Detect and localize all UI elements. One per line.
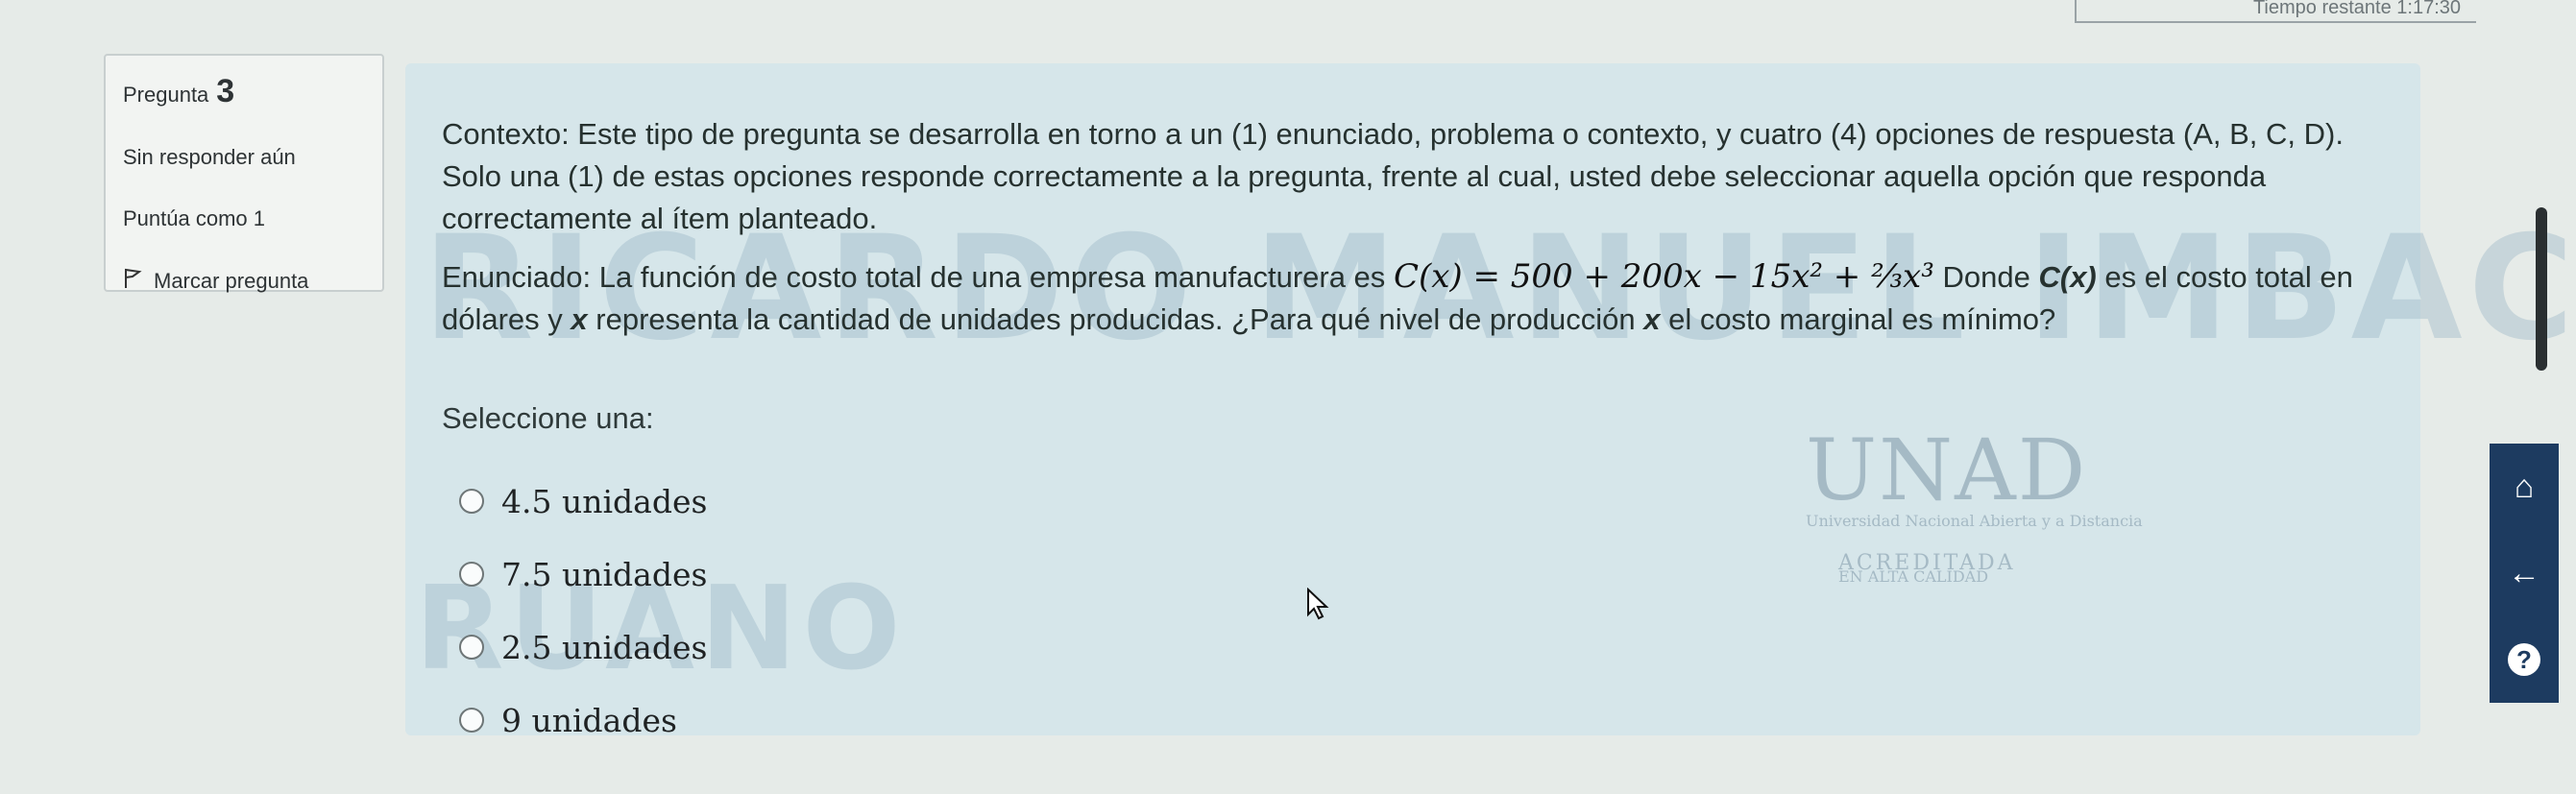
x-variable-2: x	[1643, 302, 1661, 336]
answer-label: 9 unidades	[501, 701, 677, 739]
flag-question-label: Marcar pregunta	[154, 269, 309, 293]
radio-button[interactable]	[459, 562, 484, 587]
statement-prefix: Enunciado: La función de costo total de …	[442, 260, 1386, 294]
help-button[interactable]: ?	[2490, 616, 2559, 703]
question-content: RICARDO MANUEL IMBACUAN RUANO Contexto: …	[405, 63, 2576, 739]
answer-option-a[interactable]: 4.5 unidades	[459, 465, 707, 538]
answer-option-b[interactable]: 7.5 unidades	[459, 538, 707, 611]
question-info-panel: Pregunta 3 Sin responder aún Puntúa como…	[104, 54, 384, 295]
flag-question-button[interactable]: Marcar pregunta	[123, 268, 365, 295]
question-statement: Enunciado: La función de costo total de …	[442, 255, 2392, 341]
question-number: Pregunta 3	[123, 73, 365, 110]
answer-label: 2.5 unidades	[501, 628, 708, 666]
x-variable: x	[571, 302, 588, 336]
question-label: Pregunta	[123, 83, 209, 107]
question-context: Contexto: Este tipo de pregunta se desar…	[442, 117, 2344, 235]
help-icon: ?	[2508, 643, 2540, 676]
logo-name: UNAD	[1806, 421, 2088, 519]
flag-icon	[123, 268, 142, 295]
answer-label: 7.5 unidades	[501, 555, 708, 593]
back-button[interactable]: ←	[2490, 530, 2559, 616]
home-icon: ⌂	[2514, 468, 2535, 505]
radio-button[interactable]	[459, 635, 484, 660]
mouse-pointer-icon	[1307, 588, 1329, 620]
home-button[interactable]: ⌂	[2490, 444, 2559, 530]
statement-suffix-3: el costo marginal es mínimo?	[1668, 302, 2056, 336]
radio-button[interactable]	[459, 708, 484, 733]
back-arrow-icon: ←	[2508, 554, 2540, 591]
radio-button[interactable]	[459, 489, 484, 514]
quiz-page: Tiempo restante 1:17:30 Pregunta 3 Sin r…	[0, 0, 2576, 794]
answer-option-d[interactable]: 9 unidades	[459, 684, 707, 757]
scrollbar[interactable]	[2536, 207, 2547, 371]
question-status: Sin responder aún	[123, 145, 296, 169]
statement-suffix-2: representa la cantidad de unidades produ…	[595, 302, 1636, 336]
answer-option-c[interactable]: 2.5 unidades	[459, 611, 707, 684]
answer-options: 4.5 unidades 7.5 unidades 2.5 unidades 9…	[459, 465, 707, 757]
answer-prompt: Seleccione una:	[442, 401, 654, 435]
question-number-value: 3	[216, 73, 235, 109]
logo-subtitle: Universidad Nacional Abierta y a Distanc…	[1806, 512, 2143, 530]
time-remaining: Tiempo restante 1:17:30	[2075, 0, 2476, 23]
unad-logo: UNAD Universidad Nacional Abierta y a Di…	[1806, 421, 2143, 586]
cost-function-formula: C(x) = 500 + 200x − 15x² + ⅔x³	[1393, 257, 1934, 296]
side-dock: ⌂ ← ?	[2490, 444, 2559, 703]
cx-term: C(x)	[2038, 260, 2097, 294]
question-score: Puntúa como 1	[123, 206, 265, 230]
question-text: Contexto: Este tipo de pregunta se desar…	[442, 113, 2392, 356]
statement-mid: Donde	[1942, 260, 2030, 294]
answer-label: 4.5 unidades	[501, 482, 708, 520]
